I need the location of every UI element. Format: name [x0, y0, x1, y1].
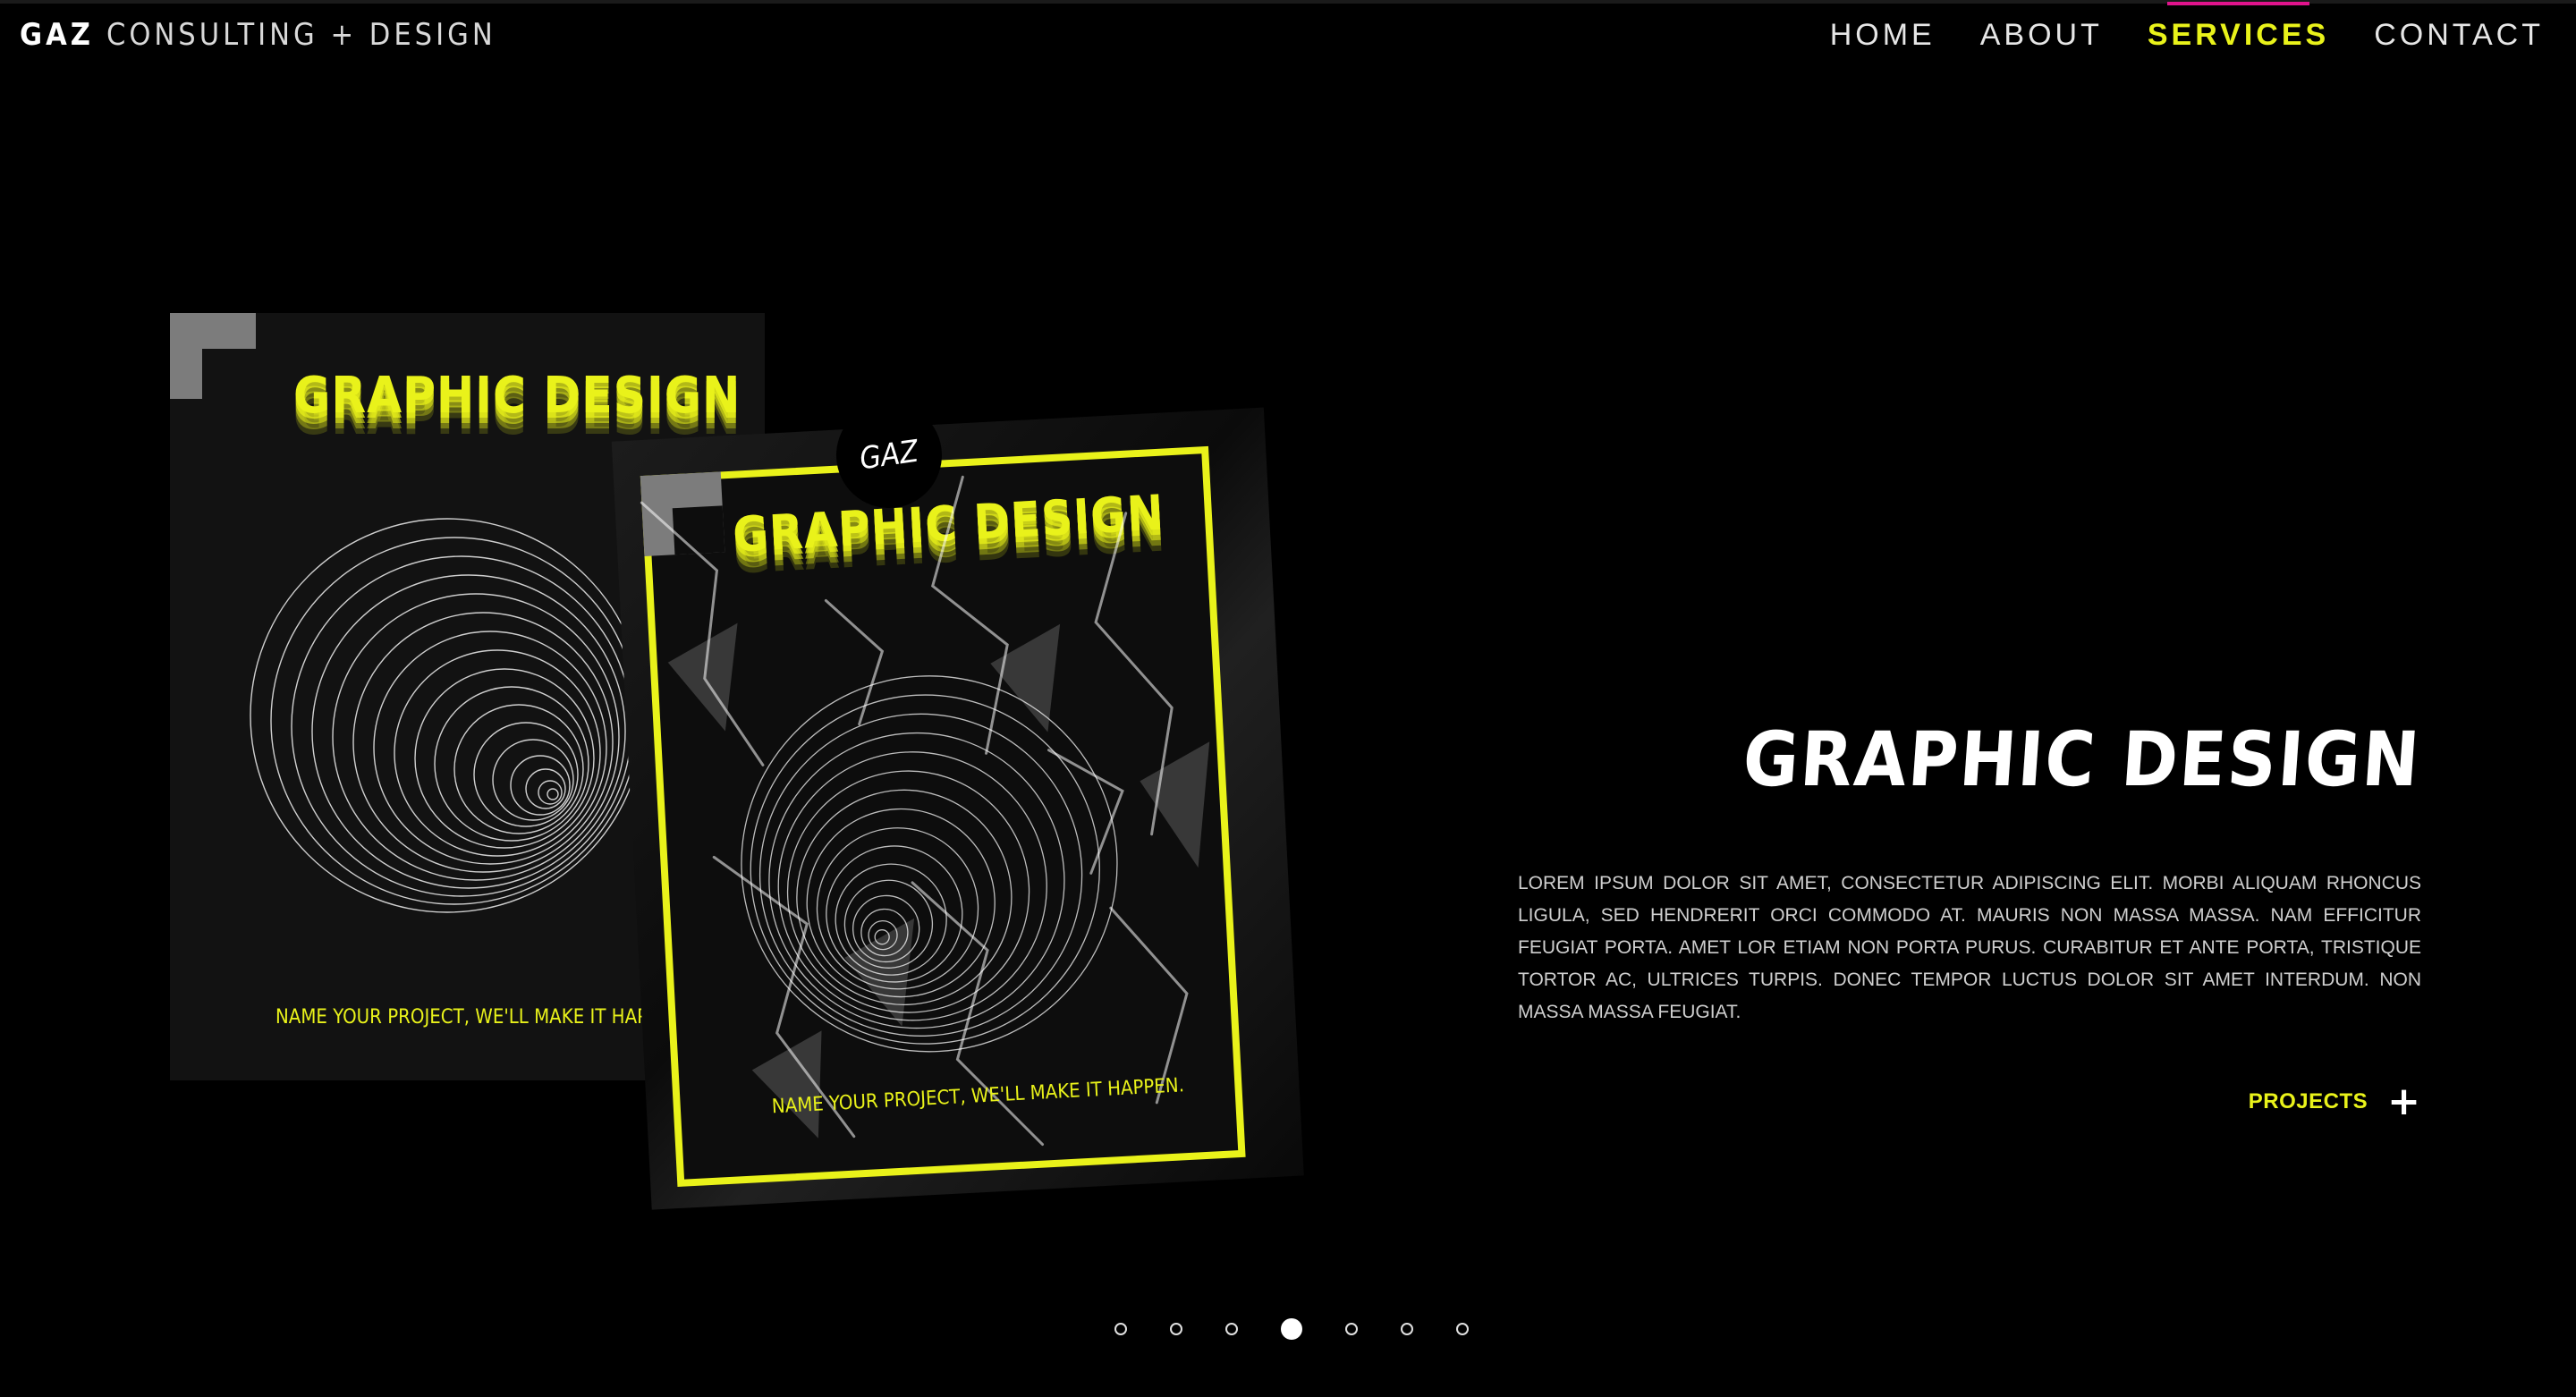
pager-dot-4-active[interactable] — [1281, 1318, 1302, 1340]
nav-about[interactable]: ABOUT — [1980, 18, 2103, 53]
pager-dot-6[interactable] — [1401, 1323, 1413, 1335]
nav-contact[interactable]: CONTACT — [2374, 18, 2544, 53]
projects-label: PROJECTS — [2248, 1089, 2368, 1113]
nav-home[interactable]: HOME — [1830, 18, 1936, 53]
pager-dot-1[interactable] — [1114, 1323, 1127, 1335]
service-artwork: GRAPHIC DESIGN NAME YOUR PROJECT, WE'LL … — [170, 309, 1304, 1212]
slide-pager — [1114, 1318, 1469, 1340]
corner-bracket-icon — [170, 313, 256, 399]
pager-dot-3[interactable] — [1225, 1323, 1238, 1335]
brand-name-rest: CONSULTING + DESIGN — [106, 17, 496, 53]
service-title: GRAPHIC DESIGN — [1740, 715, 2424, 803]
pager-dot-7[interactable] — [1456, 1323, 1469, 1335]
main-nav: HOME ABOUT SERVICES CONTACT — [1830, 1, 2544, 57]
nav-services[interactable]: SERVICES — [2148, 1, 2329, 53]
projects-link[interactable]: PROJECTS + — [2249, 1082, 2420, 1122]
brand-logo[interactable]: GAZ CONSULTING + DESIGN — [20, 13, 496, 57]
plus-icon[interactable]: + — [2387, 1082, 2420, 1122]
brand-name-bold: GAZ — [20, 17, 94, 53]
service-description: LOREM IPSUM DOLOR SIT AMET, CONSECTETUR … — [1518, 873, 2421, 1022]
pager-dot-5[interactable] — [1345, 1323, 1358, 1335]
poster-front: GRAPHIC DESIGN NAME YOUR PROJECT, WE'LL … — [604, 380, 1304, 1212]
pager-dot-2[interactable] — [1170, 1323, 1182, 1335]
plastic-bag: GRAPHIC DESIGN NAME YOUR PROJECT, WE'LL … — [582, 363, 1304, 1229]
